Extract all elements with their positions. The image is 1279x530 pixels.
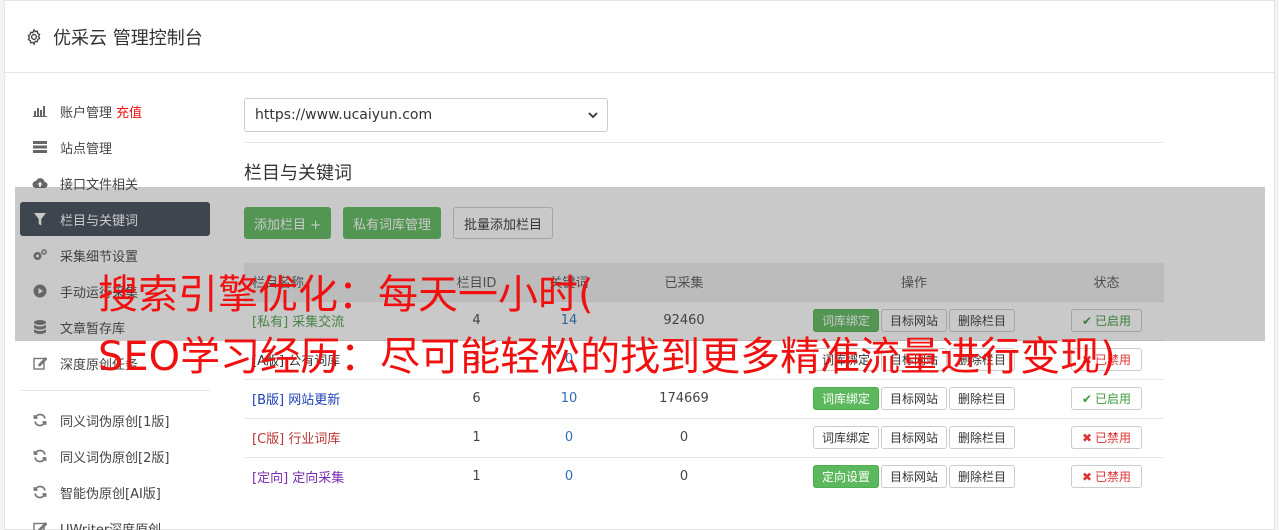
status-cell: ✖ 已禁用	[1049, 417, 1164, 457]
table-row: [C版] 行业词库 1 0 0 词库绑定 目标网站 删除栏目 ✖ 已禁用	[244, 417, 1164, 457]
sidebar-item-sites[interactable]: 站点管理	[20, 130, 210, 164]
sidebar-item-label: 同义词伪原创[1版]	[60, 414, 170, 430]
table-row: [定向] 定向采集 1 0 0 定向设置 目标网站 删除栏目 ✖ 已禁用	[244, 456, 1164, 496]
status-toggle-button[interactable]: ✖ 已禁用	[1070, 465, 1143, 489]
status-cell: ✖ 已禁用	[1049, 456, 1164, 496]
column-name-link[interactable]: 行业词库	[288, 432, 340, 447]
divider	[244, 142, 1164, 143]
sidebar-divider	[20, 390, 210, 391]
keyword-count-link[interactable]: 0	[549, 417, 589, 457]
column-tag: [C版]	[252, 432, 285, 447]
delete-column-button[interactable]: 删除栏目	[949, 465, 1016, 489]
bar-chart-icon	[32, 103, 48, 119]
keyword-count-link[interactable]: 0	[549, 456, 589, 496]
overlay-text-line2: SEO学习经历：尽可能轻松的找到更多精准流量进行变现)	[98, 334, 1116, 380]
bind-lib-button[interactable]: 词库绑定	[812, 426, 879, 449]
section-title: 栏目与关键词	[244, 163, 352, 184]
sidebar-item-label: 智能伪原创[AI版]	[60, 486, 161, 502]
column-tag: [B版]	[252, 393, 285, 408]
edit-icon	[32, 355, 48, 371]
page-title: 优采云 管理控制台	[53, 27, 203, 49]
ops-cell: 词库绑定 目标网站 删除栏目	[779, 378, 1049, 418]
status-toggle-button[interactable]: ✔ 已启用	[1070, 387, 1143, 410]
target-site-button[interactable]: 目标网站	[880, 465, 947, 489]
sidebar-item-label: 账户管理	[60, 105, 113, 121]
sidebar-item-label: 同义词伪原创[2版]	[60, 450, 170, 466]
delete-column-button[interactable]: 删除栏目	[949, 426, 1016, 449]
site-select[interactable]: https://www.ucaiyun.com	[244, 98, 608, 132]
sidebar-item-label: 站点管理	[60, 141, 113, 157]
target-site-button[interactable]: 目标网站	[880, 387, 947, 410]
column-tag: [定向]	[252, 471, 289, 487]
site-select-value: https://www.ucaiyun.com	[255, 107, 433, 123]
overlay-text-line1: 搜索引擎优化：每天一小时(	[98, 272, 594, 318]
column-id-cell: 1	[404, 456, 549, 496]
delete-column-button[interactable]: 删除栏目	[949, 387, 1016, 410]
header: 优采云 管理控制台	[5, 1, 1274, 73]
refresh-icon	[32, 412, 48, 428]
refresh-icon	[32, 448, 48, 464]
target-site-button[interactable]: 目标网站	[880, 426, 947, 449]
column-name-link[interactable]: 网站更新	[288, 393, 340, 408]
bind-lib-button[interactable]: 词库绑定	[812, 387, 879, 410]
status-label: 已启用	[1095, 392, 1132, 406]
keyword-count-link[interactable]: 10	[549, 378, 589, 418]
sidebar-item-ai-rewrite[interactable]: 智能伪原创[AI版]	[20, 475, 210, 509]
column-name-cell: [C版] 行业词库	[244, 417, 404, 457]
check-icon: ✔	[1081, 391, 1093, 406]
column-name-cell: [B版] 网站更新	[244, 378, 404, 418]
server-icon	[32, 139, 48, 155]
edit-icon	[32, 520, 48, 530]
refresh-icon	[32, 484, 48, 500]
column-name-link[interactable]: 定向采集	[292, 471, 344, 486]
sidebar-item-account[interactable]: 账户管理 充值	[20, 94, 210, 128]
sidebar-item-uwriter[interactable]: UWriter深度原创	[20, 511, 210, 530]
collected-count-cell: 0	[589, 456, 779, 496]
table-row: [B版] 网站更新 6 10 174669 词库绑定 目标网站 删除栏目 ✔ 已启用	[244, 378, 1164, 418]
sidebar-item-synonym-v1[interactable]: 同义词伪原创[1版]	[20, 403, 210, 437]
status-label: 已禁用	[1095, 470, 1132, 485]
column-id-cell: 6	[404, 378, 549, 418]
collected-count-cell: 174669	[589, 378, 779, 418]
collected-count-cell: 0	[589, 417, 779, 457]
ops-cell: 定向设置 目标网站 删除栏目	[779, 456, 1049, 496]
ops-cell: 词库绑定 目标网站 删除栏目	[779, 417, 1049, 457]
gear-icon	[27, 27, 41, 46]
cross-icon: ✖	[1081, 430, 1093, 445]
sidebar-item-label: UWriter深度原创	[60, 522, 162, 530]
column-id-cell: 1	[404, 417, 549, 457]
column-name-cell: [定向] 定向采集	[244, 456, 404, 496]
sidebar-item-synonym-v2[interactable]: 同义词伪原创[2版]	[20, 439, 210, 473]
status-label: 已禁用	[1095, 431, 1132, 445]
cross-icon: ✖	[1081, 469, 1093, 484]
status-toggle-button[interactable]: ✖ 已禁用	[1070, 426, 1143, 449]
recharge-link[interactable]: 充值	[116, 102, 142, 121]
chevron-down-icon	[588, 112, 598, 119]
bind-lib-button[interactable]: 定向设置	[812, 465, 879, 489]
status-cell: ✔ 已启用	[1049, 378, 1164, 418]
